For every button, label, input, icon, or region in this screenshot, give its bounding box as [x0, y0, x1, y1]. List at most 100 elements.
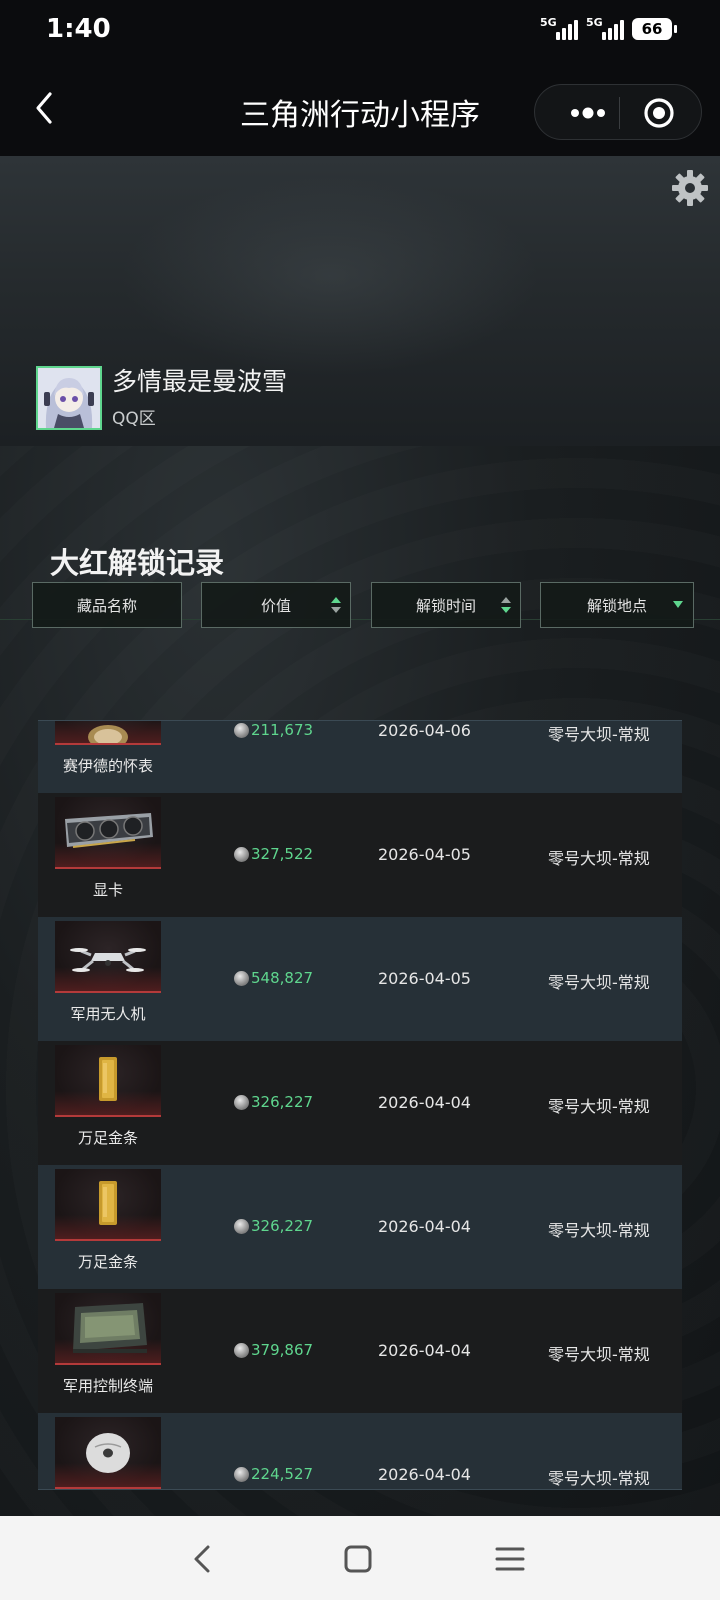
item-value-amount: 326,227 — [251, 1217, 314, 1235]
close-miniprogram-button[interactable] — [643, 97, 675, 129]
coin-icon — [234, 1466, 249, 1482]
item-name: 万足金条 — [77, 1253, 138, 1271]
item-image — [55, 1045, 161, 1117]
item-value: 548,827 — [234, 969, 313, 987]
unlock-date: 2026-04-04 — [378, 1465, 471, 1484]
status-bar: 1:40 5G 5G 66 — [0, 0, 720, 60]
coin-icon — [234, 1218, 249, 1234]
coin-icon — [234, 1094, 249, 1110]
column-header-location[interactable]: 解锁地点 — [540, 582, 694, 628]
gold-bar-icon — [99, 1181, 117, 1225]
nav-home-icon — [344, 1545, 372, 1573]
coin-icon — [234, 722, 249, 738]
item-value: 379,867 — [234, 1341, 313, 1359]
item-value-amount: 379,867 — [251, 1341, 314, 1359]
unlock-date: 2026-04-04 — [378, 1217, 471, 1236]
table-row[interactable]: 军用控制终端 379,867 2026-04-04 零号大坝-常规 — [38, 1289, 682, 1413]
table-row[interactable]: 军用无人机 548,827 2026-04-05 零号大坝-常规 — [38, 917, 682, 1041]
unlock-date: 2026-04-04 — [378, 1093, 471, 1112]
table-row[interactable]: 万足金条 326,227 2026-04-04 零号大坝-常规 — [38, 1165, 682, 1289]
gear-icon — [672, 170, 708, 206]
item-value-amount: 211,673 — [251, 721, 314, 739]
unlock-location: 零号大坝-常规 — [548, 849, 650, 868]
unlock-date: 2026-04-05 — [378, 845, 471, 864]
item-value-amount: 548,827 — [251, 969, 314, 987]
column-header-value-label: 价值 — [260, 596, 291, 615]
pocket-watch-icon — [88, 725, 128, 743]
signal-icon-2: 5G — [586, 16, 624, 40]
nav-back-icon — [194, 1545, 210, 1573]
system-navigation-bar — [0, 1516, 720, 1600]
drone-icon — [70, 948, 146, 972]
more-dots-icon — [571, 107, 605, 119]
unlock-location: 零号大坝-常规 — [548, 725, 650, 744]
coin-icon — [234, 1342, 249, 1358]
column-header-time[interactable]: 解锁时间 — [371, 582, 521, 628]
unlock-date: 2026-04-05 — [378, 969, 471, 988]
battery-icon: 66 — [632, 18, 677, 40]
item-name: 军用控制终端 — [62, 1377, 153, 1395]
section-title: 大红解锁记录 — [50, 546, 225, 580]
table-row[interactable]: 赛伊德的怀表 211,673 2026-04-06 零号大坝-常规 — [38, 721, 682, 793]
column-header-location-label: 解锁地点 — [586, 596, 647, 615]
item-name: 军用无人机 — [70, 1005, 146, 1023]
graphics-card-icon — [65, 813, 153, 848]
item-image — [55, 921, 161, 993]
unlock-location: 零号大坝-常规 — [548, 1097, 650, 1116]
capsule-divider — [619, 97, 620, 129]
unlock-location: 零号大坝-常规 — [548, 1221, 650, 1240]
unlock-date: 2026-04-04 — [378, 1341, 471, 1360]
unlock-record-table[interactable]: 赛伊德的怀表 211,673 2026-04-06 零号大坝-常规 显卡 327… — [38, 720, 682, 1490]
more-button[interactable] — [559, 99, 617, 127]
nav-menu-button[interactable] — [492, 1542, 528, 1576]
settings-button[interactable] — [670, 168, 710, 208]
avatar[interactable] — [36, 366, 102, 430]
nav-back-button[interactable] — [186, 1542, 222, 1576]
gold-bar-icon — [99, 1057, 117, 1101]
unlock-date: 2026-04-06 — [378, 721, 471, 740]
item-value: 327,522 — [234, 845, 313, 863]
item-image — [55, 1169, 161, 1241]
item-image — [55, 721, 161, 745]
item-image — [55, 1293, 161, 1365]
title-bar: 三角洲行动小程序 — [0, 60, 720, 156]
item-value: 326,227 — [234, 1093, 313, 1111]
item-value: 211,673 — [234, 721, 313, 739]
item-value-amount: 224,527 — [251, 1465, 314, 1483]
column-header-name-label: 藏品名称 — [76, 596, 137, 615]
disc-icon — [86, 1433, 130, 1473]
chevron-down-icon — [673, 601, 683, 608]
server-region: QQ区 — [112, 409, 156, 429]
unlock-location: 零号大坝-常规 — [548, 1345, 650, 1364]
target-icon — [644, 98, 674, 128]
table-row[interactable]: 显卡 327,522 2026-04-05 零号大坝-常规 — [38, 793, 682, 917]
nav-menu-icon — [495, 1547, 525, 1571]
item-name: 万足金条 — [77, 1129, 138, 1147]
mini-program-capsule — [534, 84, 702, 140]
item-name: 赛伊德的怀表 — [62, 757, 153, 775]
column-header-name[interactable]: 藏品名称 — [32, 582, 182, 628]
sort-icon — [331, 597, 341, 613]
username: 多情最是曼波雪 — [112, 367, 288, 396]
item-value: 326,227 — [234, 1217, 313, 1235]
column-header-value[interactable]: 价值 — [201, 582, 351, 628]
coin-icon — [234, 846, 249, 862]
table-row[interactable]: 224,527 2026-04-04 零号大坝-常规 — [38, 1413, 682, 1489]
profile-banner: 多情最是曼波雪 QQ区 — [0, 156, 720, 446]
status-icons: 5G 5G 66 — [540, 16, 677, 40]
anime-avatar-icon — [38, 368, 100, 428]
unlock-location: 零号大坝-常规 — [548, 1469, 650, 1488]
table-row[interactable]: 万足金条 326,227 2026-04-04 零号大坝-常规 — [38, 1041, 682, 1165]
item-value-amount: 327,522 — [251, 845, 314, 863]
table-rows: 赛伊德的怀表 211,673 2026-04-06 零号大坝-常规 显卡 327… — [38, 721, 682, 1489]
item-image — [55, 1417, 161, 1489]
signal-icon: 5G — [540, 16, 578, 40]
nav-home-button[interactable] — [340, 1542, 376, 1576]
sort-icon — [501, 597, 511, 613]
item-image — [55, 797, 161, 869]
item-name: 显卡 — [92, 881, 123, 899]
item-value: 224,527 — [234, 1465, 313, 1483]
status-time: 1:40 — [46, 14, 111, 44]
item-value-amount: 326,227 — [251, 1093, 314, 1111]
unlock-location: 零号大坝-常规 — [548, 973, 650, 992]
